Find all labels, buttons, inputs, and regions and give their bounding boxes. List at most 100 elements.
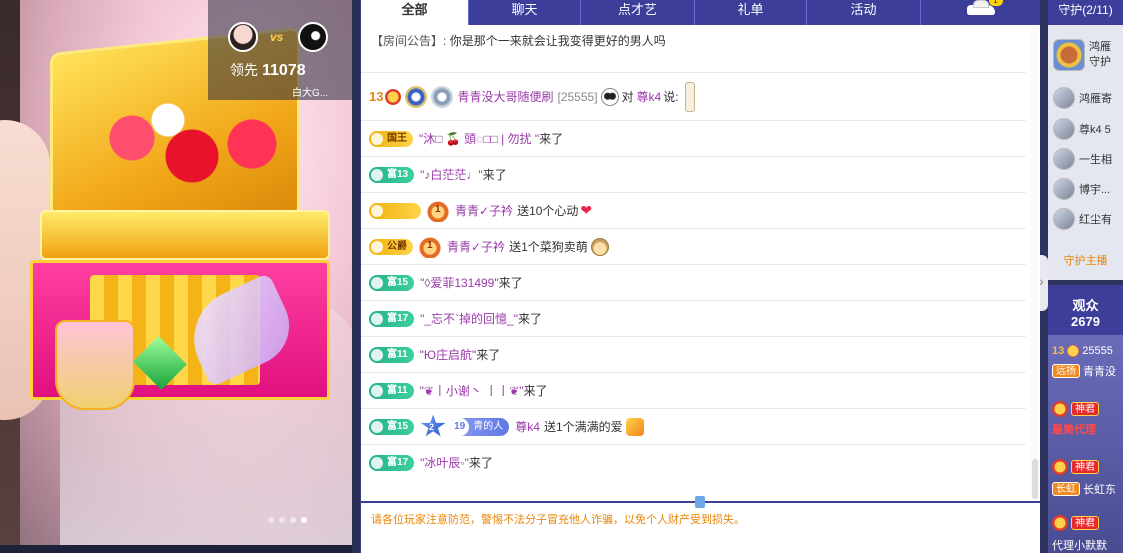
viewer-item[interactable]: 远扬 青青没 [1052,363,1116,379]
guard-frame-avatar [1053,39,1085,71]
pk-left-avatar[interactable] [228,22,258,52]
guard-anchor-button[interactable]: 守护主播 [1048,252,1123,268]
message-username[interactable]: 青青✓子衿 [447,238,505,255]
app-root: vs 领先 11078 白大G... 全部 聊天 点才艺 礼单 活动 1 【房间公… [0,0,1123,553]
pk-right-avatar[interactable] [298,22,328,52]
viewer-item[interactable]: 最美代理 [1052,421,1096,437]
chat-message[interactable]: 富17 "冰叶辰◦" 来了 [361,444,1026,480]
message-username[interactable]: 青青没大哥随便刷 [457,88,553,105]
chat-message[interactable]: 富11 "❦丨小谢丶 丨丨❦" 来了 [361,372,1026,408]
viewer-tag: 神君 [1071,516,1099,530]
tab-all[interactable]: 全部 [361,0,469,25]
pk-vs-label: vs [270,30,284,44]
noble-badge [369,202,421,219]
chat-tabs: 全部 聊天 点才艺 礼单 活动 1 [361,0,1041,25]
star-level-icon: 2 [420,414,446,437]
rank-medal-icon: 1 [427,199,449,222]
carousel-dot[interactable] [268,517,274,523]
guard-title[interactable]: 守护(2/11) [1048,0,1123,25]
chat-message[interactable]: 富13 "♪白茫茫♩" 来了 [361,156,1026,192]
guard-item[interactable]: 鸿雁 守护 [1053,39,1111,71]
avatar [1053,208,1075,230]
message-username[interactable]: "❦丨小谢丶 丨丨❦" [420,382,524,399]
wealth-badge: 富15 [369,418,415,435]
chat-message[interactable]: 国王 "沐□ 🍒 頭◌□□ | 勿扰 " 来了 [361,120,1026,156]
viewer-sub-tag: 长虹 [1052,482,1080,496]
viewer-item[interactable]: 13 25555 [1052,345,1113,357]
guard-item[interactable]: 红尘有 [1053,208,1112,230]
crown-icon [55,320,135,410]
guard-item[interactable]: 一生相 [1053,148,1112,170]
tab-car[interactable]: 1 [921,0,1041,25]
chat-message[interactable]: 富15 2 19 青的人 尊k4 送1个满满的爱 [361,408,1026,444]
viewer-name: 最美代理 [1052,424,1096,436]
heart-gift-icon: ❤ [580,202,593,218]
chat-message[interactable]: 富15 "◊爱菲131499" 来了 [361,264,1026,300]
viewer-tag: 远扬 [1052,364,1080,378]
pk-panel: vs 领先 11078 白大G... [208,0,352,100]
message-username[interactable]: 青青✓子衿 [455,202,513,219]
carousel-dot[interactable] [279,517,285,523]
viewers-count: 2679 [1071,314,1100,329]
rank-medal-number: 1 [427,239,433,251]
carousel-dots[interactable] [268,517,307,523]
resize-handle[interactable] [695,496,705,508]
rose-bouquet-icon [60,90,300,210]
tab-chat[interactable]: 聊天 [469,0,581,25]
viewer-item[interactable]: 神君 [1052,459,1099,475]
speech-bubble-icon [684,81,695,112]
message-action: 来了 [482,168,507,182]
live-video[interactable]: vs 领先 11078 白大G... [0,0,352,553]
chat-message[interactable]: 13 青青没大哥随便刷 [25555] 对 尊k4 说: [361,72,1026,120]
chat-message[interactable]: 公爵 1 青青✓子衿 送1个菜狗卖萌 [361,228,1026,264]
viewers-header[interactable]: 观众 2679 [1048,285,1123,335]
guard-name: 鸿雁 [1089,41,1111,53]
gift-chest-rim [40,210,330,260]
scroll-thumb[interactable] [1032,459,1038,499]
message-username[interactable]: "Ю庄启航" [420,346,477,363]
carousel-dot-active[interactable] [301,517,307,523]
message-action: 来了 [518,312,543,326]
tab-talent[interactable]: 点才艺 [581,0,695,25]
message-username[interactable]: "♪白茫茫♩" [420,166,483,183]
carousel-dot[interactable] [290,517,296,523]
message-username[interactable]: "沐□ 🍒 頭◌□□ | 勿扰 " [419,130,539,147]
message-action: 来了 [523,384,548,398]
wealth-badge: 富17 [369,454,415,471]
chat-message[interactable]: 富17 "_忘不`掉的回憶_" 来了 [361,300,1026,336]
message-action: 来了 [539,132,564,146]
avatar [1053,148,1075,170]
pk-tag: 白大G... [292,88,329,99]
noble-badge: 公爵 [369,238,413,255]
message-username[interactable]: "冰叶辰◦" [420,454,469,471]
viewer-name: 青青没 [1083,366,1116,378]
tab-gift-list[interactable]: 礼单 [695,0,807,25]
message-username[interactable]: "◊爱菲131499" [420,274,499,291]
avatar [1053,87,1075,109]
wealth-badge: 富15 [369,274,415,291]
fan-level: 19 [450,417,470,436]
fan-club-name: 青的人 [473,420,504,432]
chat-message[interactable]: 1 青青✓子衿 送10个心动 ❤ [361,192,1026,228]
chat-scrollbar[interactable] [1031,26,1039,501]
viewer-item[interactable]: 长虹 长虹东 [1052,481,1116,497]
guard-name: 一生相 [1079,154,1112,166]
panda-icon [600,87,619,106]
collapse-handle[interactable] [1040,255,1048,311]
viewer-item[interactable]: 神君 [1052,401,1099,417]
car-count-badge: 1 [988,0,1003,6]
silver-badge-icon [431,85,454,108]
message-username[interactable]: "_忘不`掉的回憶_" [420,310,518,327]
tab-activity[interactable]: 活动 [807,0,921,25]
message-target[interactable]: 尊k4 [637,88,662,105]
guard-item[interactable]: 尊k4 5 [1053,118,1111,140]
crown-icon [385,88,402,105]
viewers-title: 观众 [1072,298,1099,313]
message-username[interactable]: 尊k4 [515,418,540,435]
viewer-item[interactable]: 神君 [1052,515,1099,531]
guard-item[interactable]: 鸿雁寄 [1053,87,1112,109]
chat-panel: 全部 聊天 点才艺 礼单 活动 1 【房间公告】: 你是那个一来就会让我变得更好… [360,0,1041,553]
viewer-item[interactable]: 代理小默默 [1052,537,1107,553]
chat-message[interactable]: 富11 "Ю庄启航" 来了 [361,336,1026,372]
guard-item[interactable]: 博宇... [1053,178,1110,200]
